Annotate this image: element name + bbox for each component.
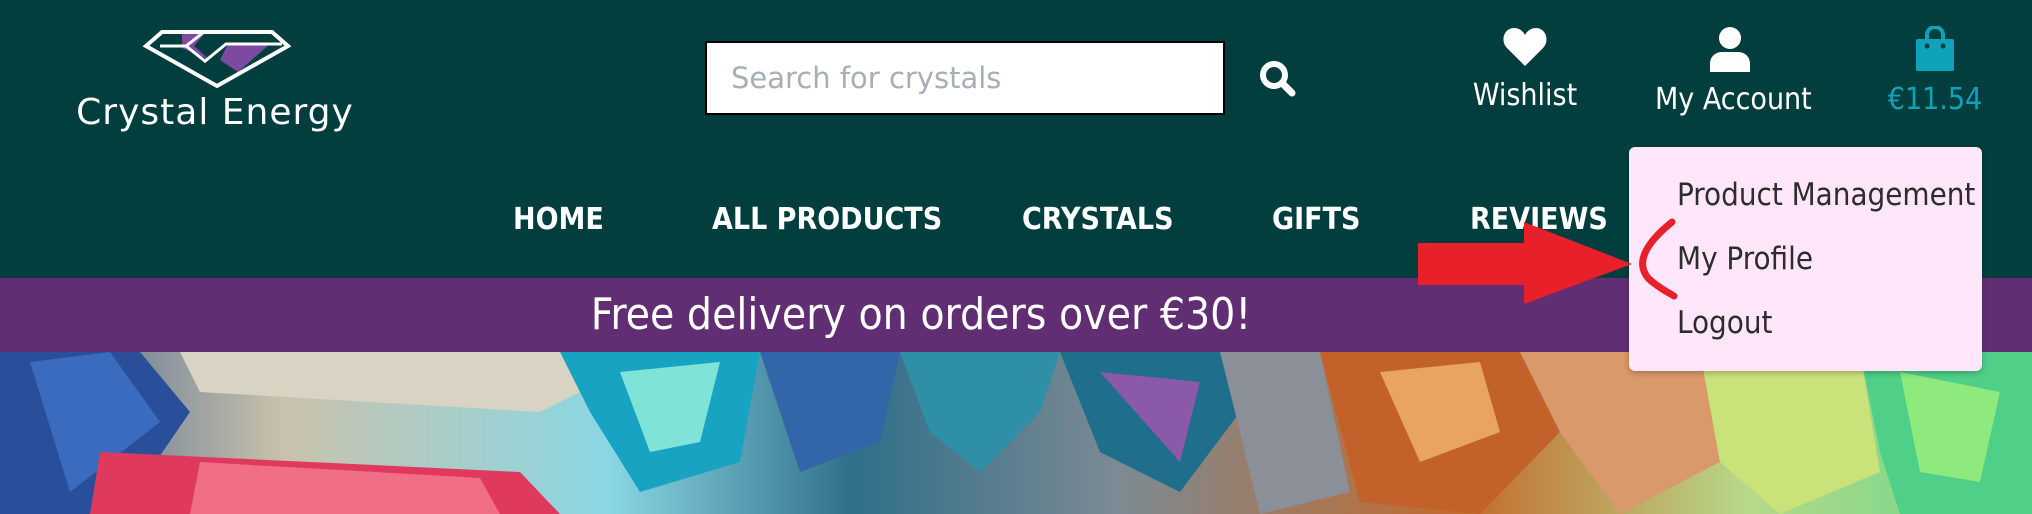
search-icon bbox=[1260, 61, 1296, 97]
search-button[interactable] bbox=[1258, 59, 1298, 99]
nav-crystals[interactable]: CRYSTALS bbox=[1022, 202, 1174, 237]
nav-home[interactable]: HOME bbox=[513, 202, 604, 237]
hero-image bbox=[0, 352, 2032, 514]
cart-link[interactable]: €11.54 bbox=[1880, 24, 1990, 117]
promo-banner-text: Free delivery on orders over €30! bbox=[590, 289, 1252, 340]
wishlist-label: Wishlist bbox=[1472, 78, 1578, 113]
brand-logo[interactable]: Crystal Energy bbox=[50, 28, 380, 136]
shopping-bag-icon bbox=[1916, 24, 1954, 71]
brand-name: Crystal Energy bbox=[76, 92, 354, 133]
nav-gifts[interactable]: GIFTS bbox=[1272, 202, 1360, 237]
menu-item-product-management[interactable]: Product Management bbox=[1677, 177, 1975, 213]
account-dropdown-menu: Product Management My Profile Logout bbox=[1629, 147, 1982, 371]
heart-icon bbox=[1503, 28, 1547, 66]
menu-item-logout[interactable]: Logout bbox=[1677, 305, 1772, 341]
cart-total: €11.54 bbox=[1887, 82, 1983, 117]
nav-reviews[interactable]: REVIEWS bbox=[1470, 202, 1608, 237]
my-account-label: My Account bbox=[1655, 82, 1812, 117]
crystal-logo-icon bbox=[142, 30, 292, 89]
search-input[interactable] bbox=[707, 43, 1223, 113]
nav-all-products[interactable]: ALL PRODUCTS bbox=[712, 202, 942, 237]
crystal-collage-image bbox=[0, 352, 2032, 514]
user-icon bbox=[1710, 27, 1750, 72]
menu-item-my-profile[interactable]: My Profile bbox=[1677, 241, 1813, 277]
search-box bbox=[705, 41, 1225, 115]
wishlist-link[interactable]: Wishlist bbox=[1465, 26, 1585, 113]
my-account-link[interactable]: My Account bbox=[1655, 26, 1812, 117]
